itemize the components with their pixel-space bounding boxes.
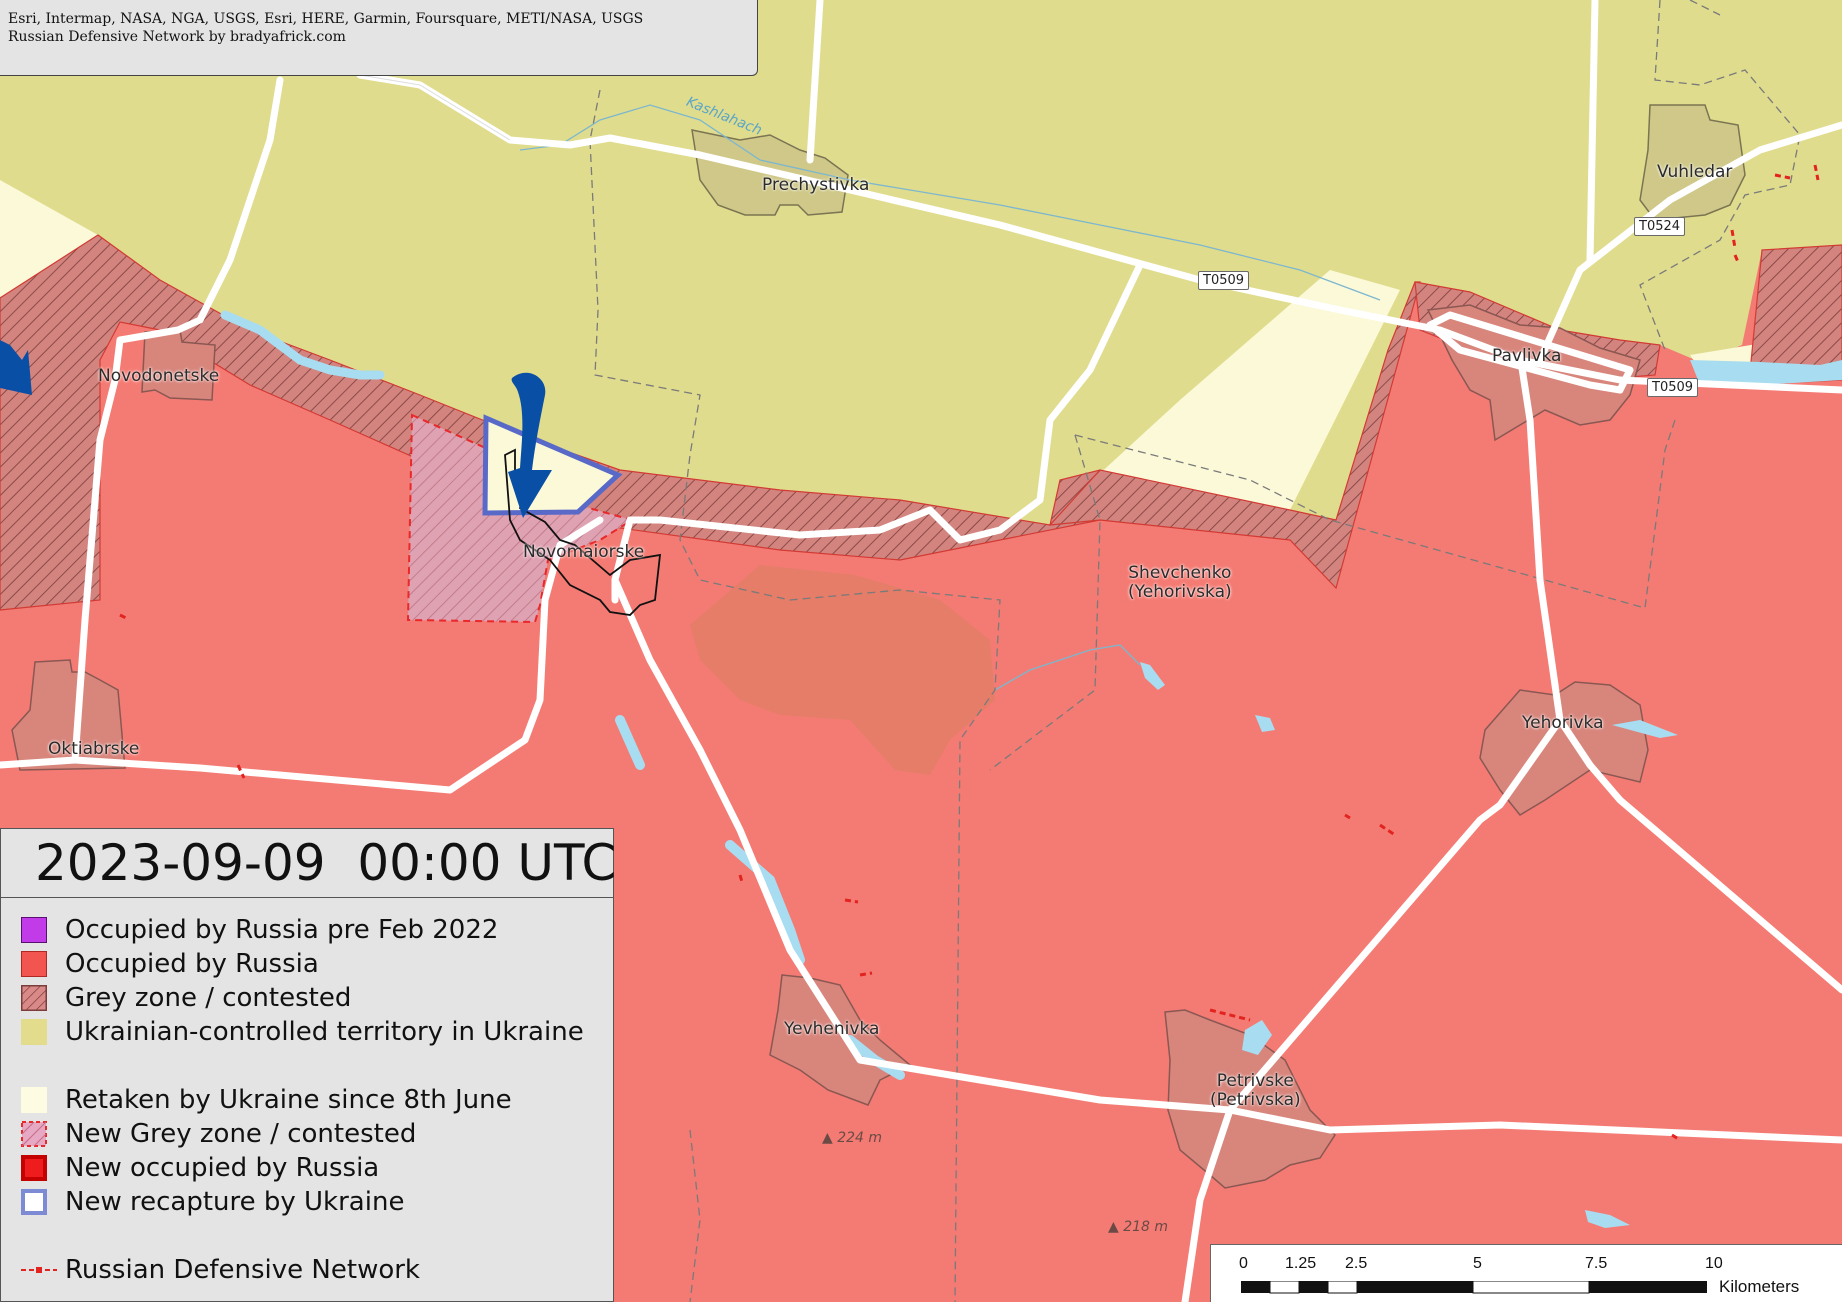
legend-item-retaken: Retaken by Ukraine since 8th June	[21, 1085, 512, 1115]
place-label-petrivske-line2: (Petrivska)	[1210, 1090, 1301, 1110]
legend-label: Occupied by Russia pre Feb 2022	[65, 915, 499, 945]
grey-zone-east	[1749, 244, 1842, 383]
defensive-line-icon	[21, 1267, 57, 1273]
map-legend: 2023-09-09 00:00 UTC Occupied by Russia …	[0, 828, 616, 1302]
swatch-ukraine	[21, 1019, 47, 1045]
scale-tick: 0	[1239, 1255, 1248, 1272]
scale-tick: 5	[1473, 1255, 1482, 1272]
elevation-label-218: ▲ 218 m	[1108, 1219, 1169, 1235]
place-label-petrivske: Petrivske (Petrivska)	[1210, 1072, 1301, 1110]
legend-label: New recapture by Ukraine	[65, 1187, 405, 1217]
place-label-shevchenko-line1: Shevchenko	[1128, 563, 1232, 583]
road-shield-t0524: T0524	[1634, 217, 1686, 236]
swatch-occupied	[21, 951, 47, 977]
legend-item-occupied: Occupied by Russia	[21, 949, 319, 979]
place-label-oktiabrske: Oktiabrske	[48, 739, 140, 759]
legend-label: Retaken by Ukraine since 8th June	[65, 1085, 512, 1115]
place-label-novodonetske: Novodonetske	[98, 366, 220, 386]
scale-tick: 1.25	[1285, 1255, 1317, 1272]
swatch-grey-zone	[21, 985, 47, 1011]
swatch-occupied-pre-2022	[21, 917, 47, 943]
scale-tick: 2.5	[1345, 1255, 1368, 1272]
elevation-label-224: ▲ 224 m	[822, 1130, 883, 1146]
legend-item-grey-zone: Grey zone / contested	[21, 983, 351, 1013]
elevation-value-218: 218 m	[1123, 1219, 1169, 1235]
attribution-box: Esri, Intermap, NASA, NGA, USGS, Esri, H…	[0, 0, 758, 76]
legend-item-new-grey: New Grey zone / contested	[21, 1119, 416, 1149]
legend-label: Occupied by Russia	[65, 949, 319, 979]
legend-label: Ukrainian-controlled territory in Ukrain…	[65, 1017, 584, 1047]
attribution-credit: Russian Defensive Network by bradyafrick…	[8, 29, 346, 45]
scale-bar-graphic	[1241, 1281, 1707, 1294]
place-label-pavlivka: Pavlivka	[1492, 346, 1562, 366]
place-label-yevhenivka: Yevhenivka	[784, 1019, 880, 1039]
legend-datetime: 2023-09-09 00:00 UTC	[1, 829, 616, 898]
scale-tick: 7.5	[1585, 1255, 1608, 1272]
place-label-novomaiorske: Novomaiorske	[523, 542, 645, 562]
legend-item-new-occupied: New occupied by Russia	[21, 1153, 379, 1183]
swatch-retaken	[21, 1087, 47, 1113]
legend-item-new-recapture: New recapture by Ukraine	[21, 1187, 404, 1217]
legend-label: New occupied by Russia	[65, 1153, 380, 1183]
elevation-value-224: 224 m	[837, 1130, 883, 1146]
legend-label: Russian Defensive Network	[65, 1255, 420, 1285]
place-label-shevchenko: Shevchenko (Yehorivska)	[1128, 564, 1232, 602]
road-shield-t0509-east: T0509	[1647, 378, 1699, 397]
swatch-new-occupied	[21, 1155, 47, 1181]
place-label-petrivske-line1: Petrivske	[1216, 1071, 1294, 1091]
legend-label: Grey zone / contested	[65, 983, 352, 1013]
legend-item-ukraine: Ukrainian-controlled territory in Ukrain…	[21, 1017, 584, 1047]
scale-tick: 10	[1705, 1255, 1723, 1272]
place-label-shevchenko-line2: (Yehorivska)	[1128, 582, 1232, 602]
legend-label: New Grey zone / contested	[65, 1119, 417, 1149]
legend-item-pre-2022: Occupied by Russia pre Feb 2022	[21, 915, 498, 945]
scale-bar: 0 1.25 2.5 5 7.5 10 Kilometers	[1210, 1244, 1842, 1302]
legend-item-defensive-network: Russian Defensive Network	[21, 1255, 420, 1285]
attribution-sources: Esri, Intermap, NASA, NGA, USGS, Esri, H…	[8, 11, 644, 27]
swatch-new-grey-zone	[21, 1121, 47, 1147]
place-label-yehorivka: Yehorivka	[1522, 713, 1604, 733]
swatch-new-recapture	[21, 1189, 47, 1215]
place-label-vuhledar: Vuhledar	[1657, 162, 1733, 182]
place-label-prechystivka: Prechystivka	[762, 175, 870, 195]
road-shield-t0509-west: T0509	[1198, 271, 1250, 290]
scale-bar-unit: Kilometers	[1719, 1277, 1800, 1296]
